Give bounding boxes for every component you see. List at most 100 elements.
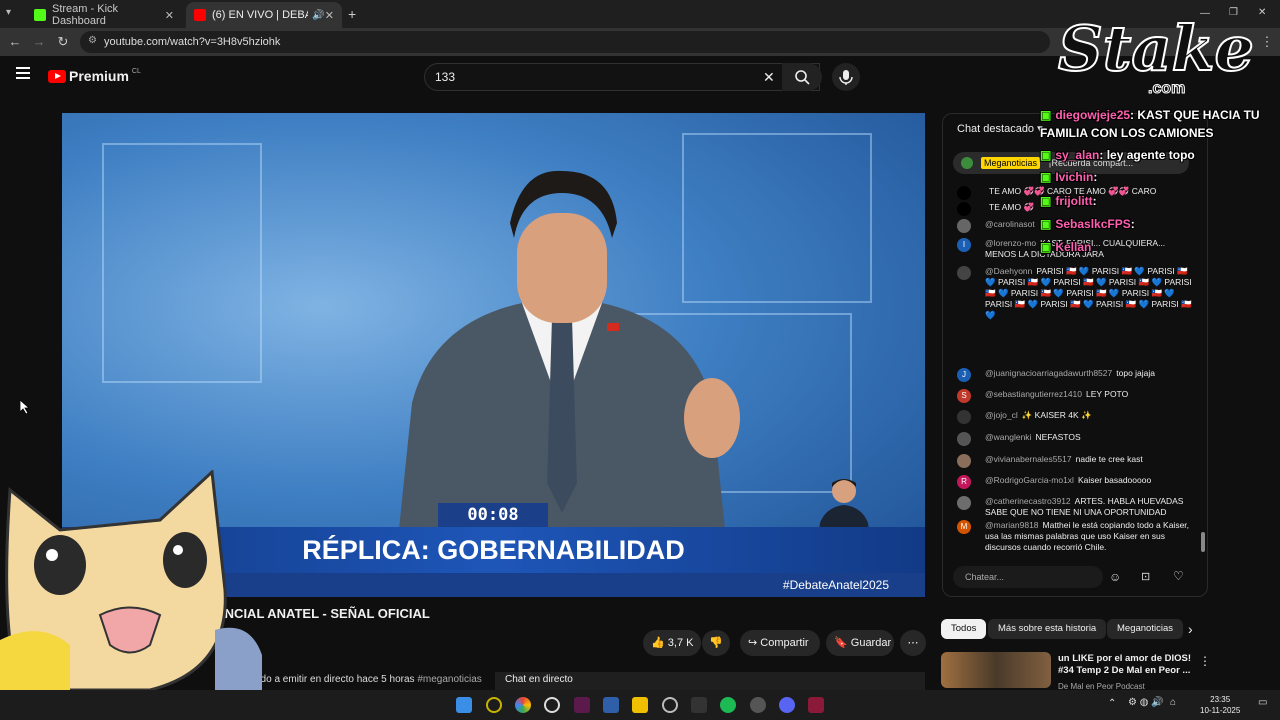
chat-message[interactable]: J @juanignacioarriagadawurth8527 topo jaja… (957, 368, 1192, 382)
chat-message[interactable]: @catherinecastro3912 ARTES. HABLA HUEVADA… (957, 496, 1192, 518)
youtube-premium-logo[interactable]: Premium CL (48, 68, 141, 84)
heart-icon[interactable]: ♡ (1173, 569, 1184, 583)
desc-hashtag[interactable]: #meganoticias (417, 674, 481, 685)
chat-author[interactable]: @carolinasot (985, 219, 1035, 229)
search-input[interactable]: 133 ✕ (424, 63, 820, 91)
app-icon[interactable] (662, 697, 678, 713)
chevron-right-icon[interactable]: › (1188, 621, 1193, 637)
back-icon[interactable]: ← (6, 33, 24, 51)
chat-avatar[interactable]: S (957, 389, 971, 403)
chat-author[interactable]: @vivianabernales5517 (985, 454, 1072, 464)
chrome-icon[interactable] (515, 697, 531, 713)
chat-avatar[interactable] (957, 496, 971, 510)
notification-icon[interactable]: ▭ (1258, 697, 1267, 708)
app-icon[interactable] (486, 697, 502, 713)
speaker-icon[interactable]: 🔊 (312, 10, 324, 21)
new-tab-button[interactable]: + (348, 6, 356, 22)
chat-avatar[interactable]: M (957, 520, 971, 534)
clear-search-icon[interactable]: ✕ (763, 64, 775, 90)
spotify-icon[interactable] (720, 697, 736, 713)
chat-avatar[interactable] (957, 219, 971, 233)
network-icon[interactable]: ⌂ (1170, 697, 1176, 708)
chat-message-body: @juanignacioarriagadawurth8527 topo jajaj… (985, 368, 1192, 379)
close-tab-icon[interactable]: ✕ (325, 9, 334, 22)
like-button[interactable]: 👍 3,7 K (643, 630, 701, 656)
chat-avatar[interactable] (957, 266, 971, 280)
description-line[interactable]: ado a emitir en directo hace 5 horas #me… (255, 674, 482, 685)
chat-avatar[interactable] (957, 432, 971, 446)
voice-search-button[interactable] (832, 63, 860, 91)
chat-author[interactable]: @lorenzo-mo (985, 238, 1036, 248)
close-window-button[interactable]: ✕ (1258, 7, 1266, 18)
close-tab-icon[interactable]: ✕ (165, 9, 174, 22)
chat-message[interactable]: S @sebastiangutierrez1410 LEY POTO (957, 389, 1192, 403)
chat-avatar[interactable]: J (957, 368, 971, 382)
app-icon[interactable] (691, 697, 707, 713)
chat-author[interactable]: @wanglenki (985, 432, 1031, 442)
search-button[interactable] (782, 63, 822, 91)
live-chat-tab[interactable]: Chat en directo (495, 672, 925, 690)
chat-input[interactable]: Chatear... (953, 566, 1103, 588)
app-icon[interactable] (750, 697, 766, 713)
related-title[interactable]: un LIKE por el amor de DIOS! #34 Temp 2 … (1058, 653, 1198, 677)
chat-message[interactable]: @vivianabernales5517 nadie te cree kast (957, 454, 1192, 468)
tab-youtube-debate[interactable]: (6) EN VIVO | DEBATE PRES 🔊 ✕ (186, 2, 342, 28)
menu-dots-icon[interactable]: ⋮ (1258, 33, 1276, 51)
chat-author[interactable]: @catherinecastro3912 (985, 496, 1071, 506)
cat-mascot-overlay (0, 470, 262, 690)
tab-kick-dashboard[interactable]: Stream - Kick Dashboard ✕ (26, 2, 182, 28)
chip-more-story[interactable]: Más sobre esta historia (988, 619, 1107, 639)
chip-label: Todos (951, 623, 977, 634)
site-info-icon[interactable]: ⚙ (88, 35, 97, 46)
chat-scrollbar[interactable] (1201, 532, 1205, 552)
taskbar-clock[interactable]: 23:35 10-11-2025 (1200, 694, 1240, 716)
tab-search-icon[interactable]: ▾ (6, 7, 20, 21)
chat-message-body: @marian9818 Matthei le está copiando todo… (985, 520, 1192, 553)
hamburger-menu-icon[interactable] (16, 67, 30, 79)
chat-message[interactable]: @wanglenki NEFASTOS (957, 432, 1192, 446)
chat-message[interactable]: @Daehyonn PARISI 🇨🇱 💙 PARISI 🇨🇱 💙 PARISI … (957, 266, 1192, 321)
chat-author[interactable]: @juanignacioarriagadawurth8527 (985, 368, 1112, 378)
chat-message[interactable]: R @RodrigoGarcia-mo1xl Kaiser basadooooo (957, 475, 1192, 489)
chat-text: Kaiser basadooooo (1077, 475, 1152, 485)
app-icon[interactable] (574, 697, 590, 713)
chat-avatar[interactable] (957, 186, 971, 200)
share-button[interactable]: ↪ Compartir (740, 630, 820, 656)
chip-all[interactable]: Todos (941, 619, 987, 639)
windows-start-icon[interactable] (456, 697, 472, 713)
chat-avatar[interactable] (957, 202, 971, 216)
dislike-button[interactable]: 👎 (702, 630, 730, 656)
related-menu-icon[interactable]: ⋮ (1199, 654, 1211, 668)
chat-message[interactable]: M @marian9818 Matthei le está copiando tod… (957, 520, 1192, 553)
save-button[interactable]: 🔖 Guardar (826, 630, 894, 656)
chat-message[interactable]: @jojo_cl ✨ KAISER 4K ✨ (957, 410, 1192, 424)
app-icon[interactable] (808, 697, 824, 713)
emoji-icon[interactable]: ☺ (1109, 570, 1121, 584)
chat-avatar[interactable]: R (957, 475, 971, 489)
tray-arrow-icon[interactable]: ⌃ (1108, 698, 1116, 709)
chat-avatar[interactable]: I (957, 238, 971, 252)
kick-badge-icon: ▣ (1040, 170, 1052, 184)
chat-text: NEFASTOS (1035, 432, 1081, 442)
tray-icons[interactable]: ⚙ ◍ 🔊 (1128, 697, 1164, 708)
chat-author[interactable]: @marian9818 (985, 520, 1039, 530)
forward-icon[interactable]: → (30, 33, 48, 51)
microphone-icon (839, 70, 853, 85)
chat-avatar[interactable] (957, 454, 971, 468)
more-actions-button[interactable]: ⋯ (900, 630, 926, 656)
chat-author[interactable]: @sebastiangutierrez1410 (985, 389, 1082, 399)
discord-icon[interactable] (779, 697, 795, 713)
chat-author[interactable]: @jojo_cl (985, 410, 1018, 420)
chip-meganoticias[interactable]: Meganoticias (1107, 619, 1183, 639)
chat-avatar[interactable] (957, 410, 971, 424)
chat-author[interactable]: @Daehyonn (985, 266, 1032, 276)
related-thumbnail[interactable] (941, 652, 1051, 688)
chat-author[interactable]: @RodrigoGarcia-mo1xl (985, 475, 1074, 485)
app-icon[interactable] (544, 697, 560, 713)
file-explorer-icon[interactable] (632, 697, 648, 713)
app-icon[interactable] (603, 697, 619, 713)
reload-icon[interactable]: ↻ (54, 33, 72, 51)
super-chat-icon[interactable]: ⊡ (1141, 570, 1150, 583)
overlay-username: frijolitt (1055, 194, 1093, 208)
url-input[interactable]: ⚙ youtube.com/watch?v=3H8v5hziohk (80, 31, 1050, 53)
